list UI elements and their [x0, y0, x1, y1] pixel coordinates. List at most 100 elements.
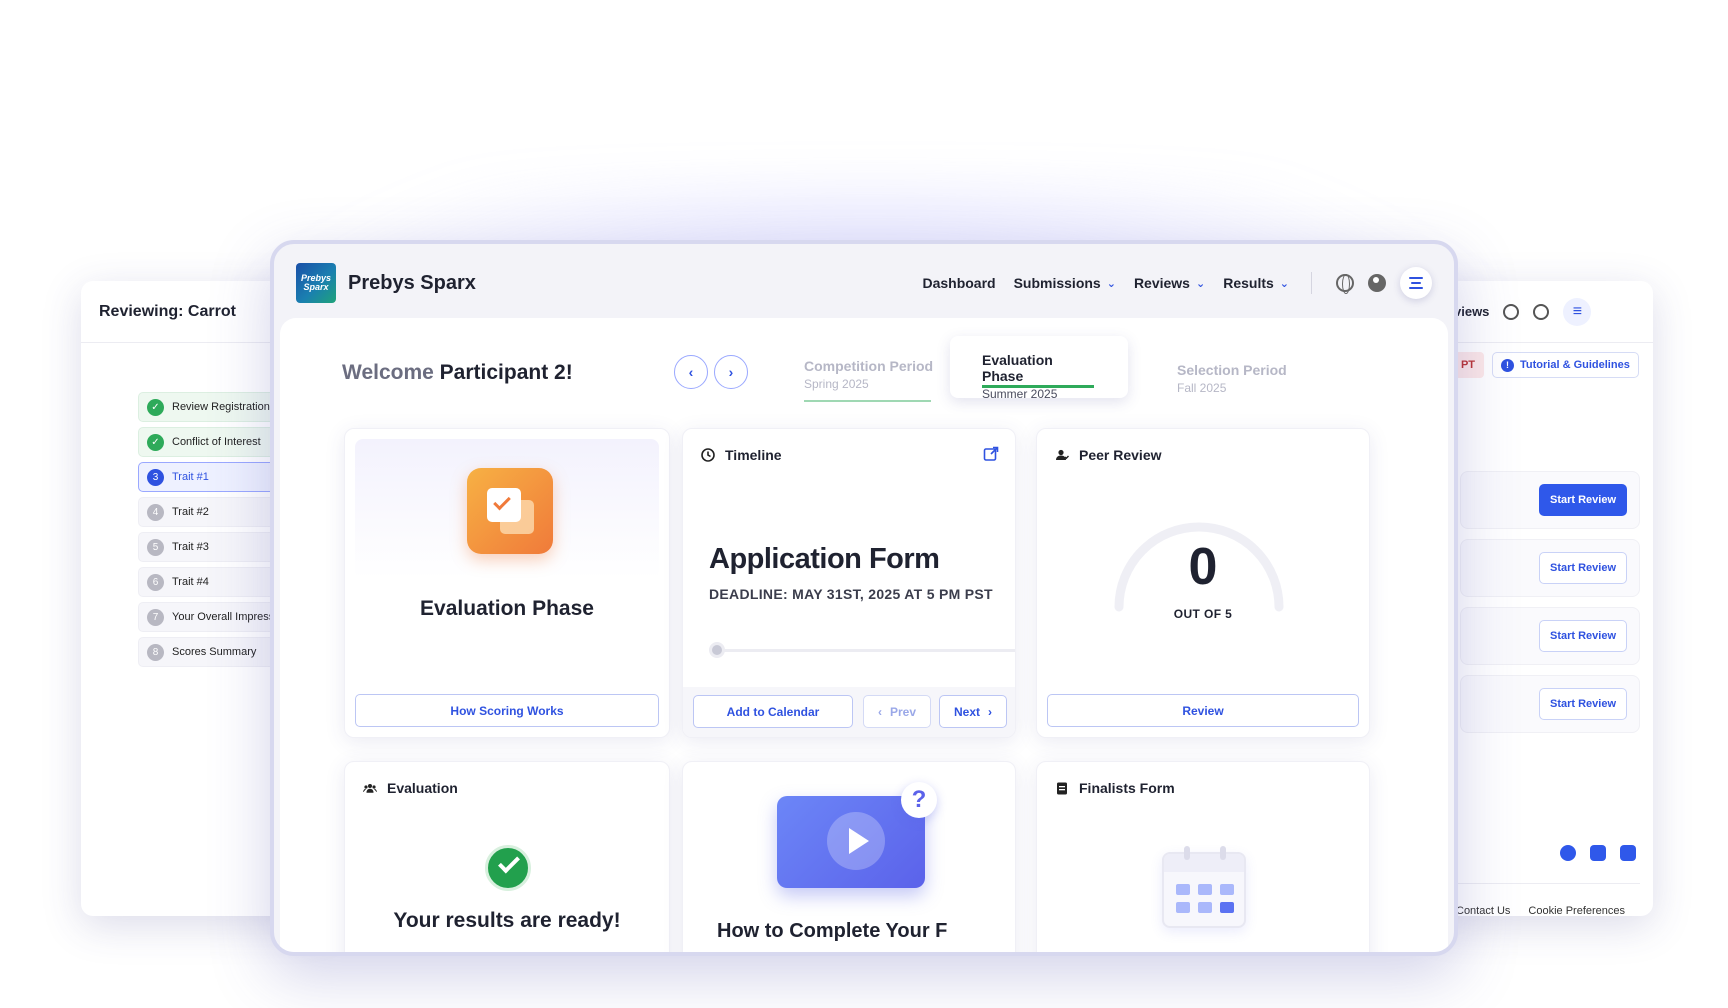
next-period-button[interactable]: › [714, 355, 748, 389]
timeline-slider-handle[interactable] [709, 642, 725, 658]
chevron-down-icon: ⌄ [1106, 277, 1116, 290]
page-title: Welcome Participant 2! [342, 361, 573, 385]
next-label: Next [953, 704, 980, 719]
clock-icon [701, 448, 715, 462]
cookie-link[interactable]: Cookie Preferences [1528, 905, 1625, 916]
step-label: Trait #2 [172, 506, 209, 518]
review-button[interactable]: Review [1047, 694, 1359, 727]
contact-link[interactable]: Contact Us [1456, 905, 1510, 916]
how-scoring-works-button[interactable]: How Scoring Works [355, 694, 659, 727]
chevron-down-icon: ⌄ [1195, 277, 1206, 290]
step-label: Trait #3 [172, 541, 209, 553]
youtube-icon[interactable] [1620, 845, 1636, 861]
timeline-header: Timeline [701, 447, 782, 463]
step-label: Review Registration [172, 401, 270, 413]
phase-title: Evaluation Phase [420, 597, 594, 620]
finalists-label: Finalists Form [1079, 780, 1175, 796]
period-evaluation[interactable]: Evaluation Phase Summer 2025 [950, 336, 1128, 401]
tutorial-label: Tutorial & Guidelines [1520, 359, 1630, 371]
step-label: Scores Summary [172, 646, 257, 658]
welcome-prefix: Welcome [342, 361, 434, 384]
user-icon[interactable] [1368, 274, 1386, 292]
reviews-topbar: views ≡ [1430, 281, 1653, 343]
globe-icon[interactable] [1503, 303, 1520, 320]
step-label: Trait #4 [172, 576, 209, 588]
start-review-button[interactable]: Start Review [1539, 688, 1627, 720]
add-to-calendar-button[interactable]: Add to Calendar [693, 695, 853, 728]
start-review-button[interactable]: Start Review [1539, 552, 1627, 584]
menu-button[interactable] [1400, 267, 1432, 299]
success-check-icon [485, 845, 531, 891]
main-window: Prebys Sparx Prebys Sparx Dashboard Subm… [270, 240, 1458, 956]
review-count-label: OUT OF 5 [1173, 607, 1233, 621]
brand-name[interactable]: Prebys Sparx [348, 272, 476, 295]
peer-review-icon [1056, 449, 1069, 460]
results-ready-message: Your results are ready! [393, 909, 621, 932]
nav-dashboard[interactable]: Dashboard [922, 275, 995, 291]
prev-period-button[interactable]: ‹ [674, 355, 708, 389]
dashboard-content: Welcome Participant 2! ‹ › Competition P… [280, 318, 1448, 952]
globe-icon[interactable] [1336, 274, 1354, 294]
start-review-button[interactable]: Start Review [1539, 484, 1627, 516]
chevron-right-icon: › [988, 704, 992, 719]
menu-icon[interactable]: ≡ [1563, 297, 1592, 326]
brand-logo[interactable]: Prebys Sparx [296, 263, 336, 303]
user-icon[interactable] [1533, 303, 1550, 320]
tutorial-button[interactable]: ! Tutorial & Guidelines [1492, 352, 1639, 378]
video-thumbnail[interactable] [777, 796, 925, 888]
step-number: 4 [147, 503, 164, 521]
check-icon: ✓ [147, 433, 164, 451]
timeline-track [717, 649, 1015, 652]
participant-name: Participant 2! [439, 361, 573, 384]
clipboard-icon [1057, 782, 1067, 795]
finalists-header: Finalists Form [1055, 780, 1175, 796]
period-title: Competition Period [804, 358, 934, 374]
evaluation-label: Evaluation [387, 780, 458, 796]
evaluation-icon [467, 468, 553, 554]
external-link-icon[interactable] [983, 446, 999, 462]
review-count: 0 [1188, 538, 1218, 596]
period-selection[interactable]: Selection Period Fall 2025 [1177, 346, 1317, 406]
top-navbar: Prebys Sparx Prebys Sparx Dashboard Subm… [274, 244, 1454, 322]
reviews-nav[interactable]: views [1454, 304, 1489, 319]
video-card[interactable]: ? How to Complete Your F [682, 761, 1016, 952]
period-competition[interactable]: Competition Period Spring 2025 [804, 342, 944, 402]
reviews-window: views ≡ PT ! Tutorial & Guidelines Start… [1430, 281, 1653, 916]
linkedin-icon[interactable] [1590, 845, 1606, 861]
footer-divider [1450, 883, 1640, 884]
chevron-right-icon: › [728, 364, 734, 380]
info-icon: ! [1501, 358, 1514, 372]
step-label: Trait #1 [172, 471, 209, 483]
chevron-left-icon: ‹ [877, 704, 882, 719]
step-number: 6 [147, 573, 164, 591]
period-indicator [982, 385, 1094, 388]
next-button[interactable]: Next › [939, 695, 1007, 728]
peer-review-label: Peer Review [1079, 447, 1162, 463]
social-links [1560, 845, 1636, 861]
peer-review-card: Peer Review 0 OUT OF 5 Review [1036, 428, 1370, 738]
finalists-card: Finalists Form [1036, 761, 1370, 952]
step-number: 7 [147, 608, 164, 626]
step-number: 3 [147, 468, 164, 486]
peer-review-header: Peer Review [1055, 447, 1162, 463]
prev-button[interactable]: ‹ Prev [863, 695, 931, 728]
facebook-icon[interactable] [1560, 845, 1576, 861]
nav-reviews[interactable]: Reviews ⌄ [1134, 275, 1205, 291]
evaluation-card: Evaluation Your results are ready! [344, 761, 670, 952]
check-icon: ✓ [147, 398, 164, 416]
phase-card: Evaluation Phase How Scoring Works [344, 428, 670, 738]
period-title: Evaluation Phase [982, 352, 1053, 384]
timeline-header-label: Timeline [725, 447, 782, 463]
period-subtitle: Summer 2025 [982, 387, 1058, 401]
nav-submissions[interactable]: Submissions ⌄ [1014, 275, 1116, 291]
step-number: 5 [147, 538, 164, 556]
period-indicator [804, 400, 931, 402]
play-icon[interactable] [827, 812, 885, 870]
review-row: Start Review [1460, 539, 1640, 597]
start-review-button[interactable]: Start Review [1539, 620, 1627, 652]
evaluation-header: Evaluation [363, 780, 458, 796]
review-row: Start Review [1460, 607, 1640, 665]
prev-label: Prev [889, 704, 917, 719]
calendar-icon [1162, 846, 1246, 928]
nav-results[interactable]: Results ⌄ [1223, 275, 1289, 291]
